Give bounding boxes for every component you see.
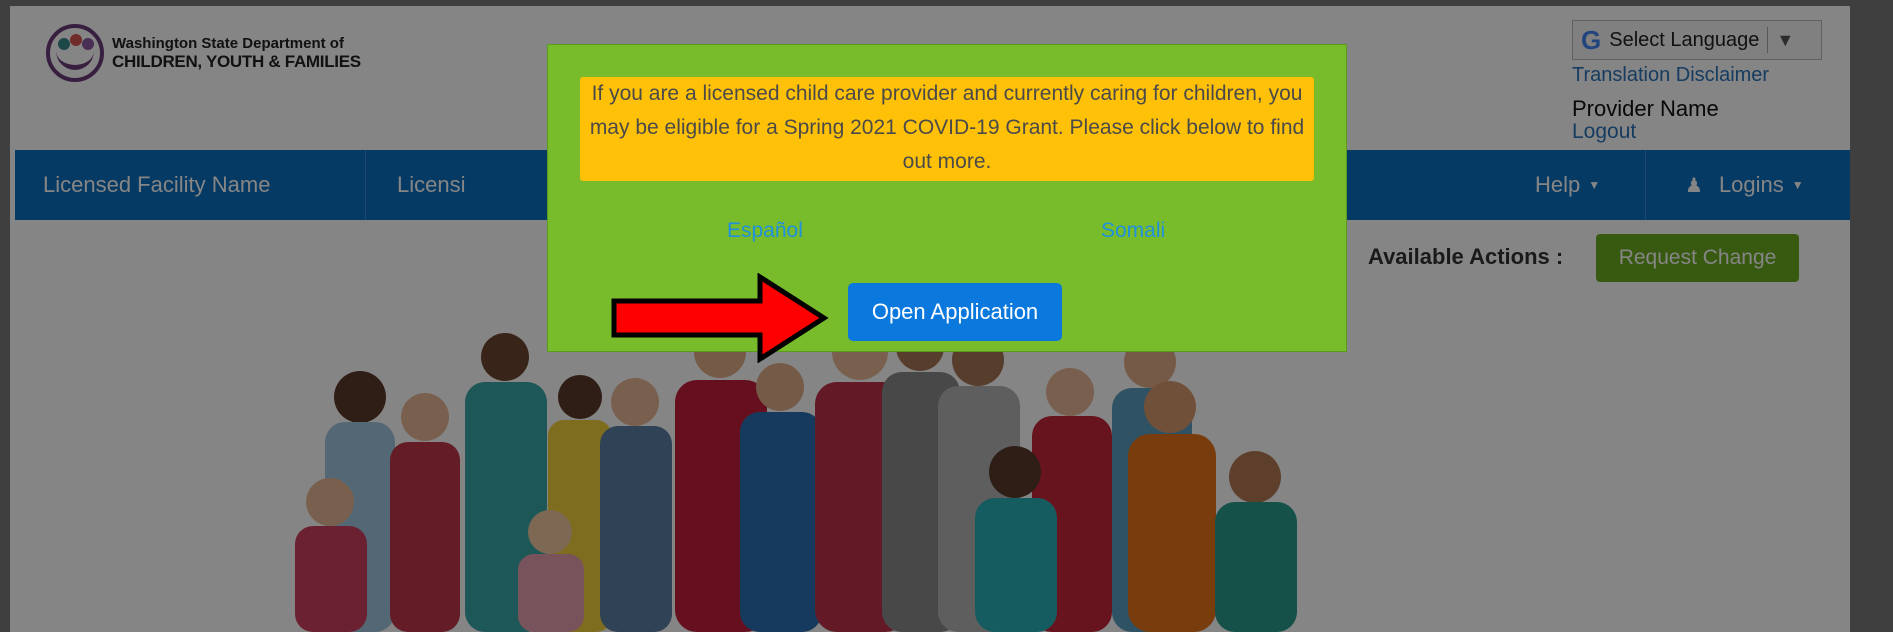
covid-grant-modal: If you are a licensed child care provide…	[547, 44, 1347, 363]
grant-notice: If you are a licensed child care provide…	[580, 77, 1314, 181]
open-application-button[interactable]: Open Application	[848, 283, 1062, 341]
spanish-link[interactable]: Español	[727, 219, 803, 243]
red-arrow-icon	[611, 273, 829, 363]
somali-link[interactable]: Somali	[1101, 219, 1165, 243]
